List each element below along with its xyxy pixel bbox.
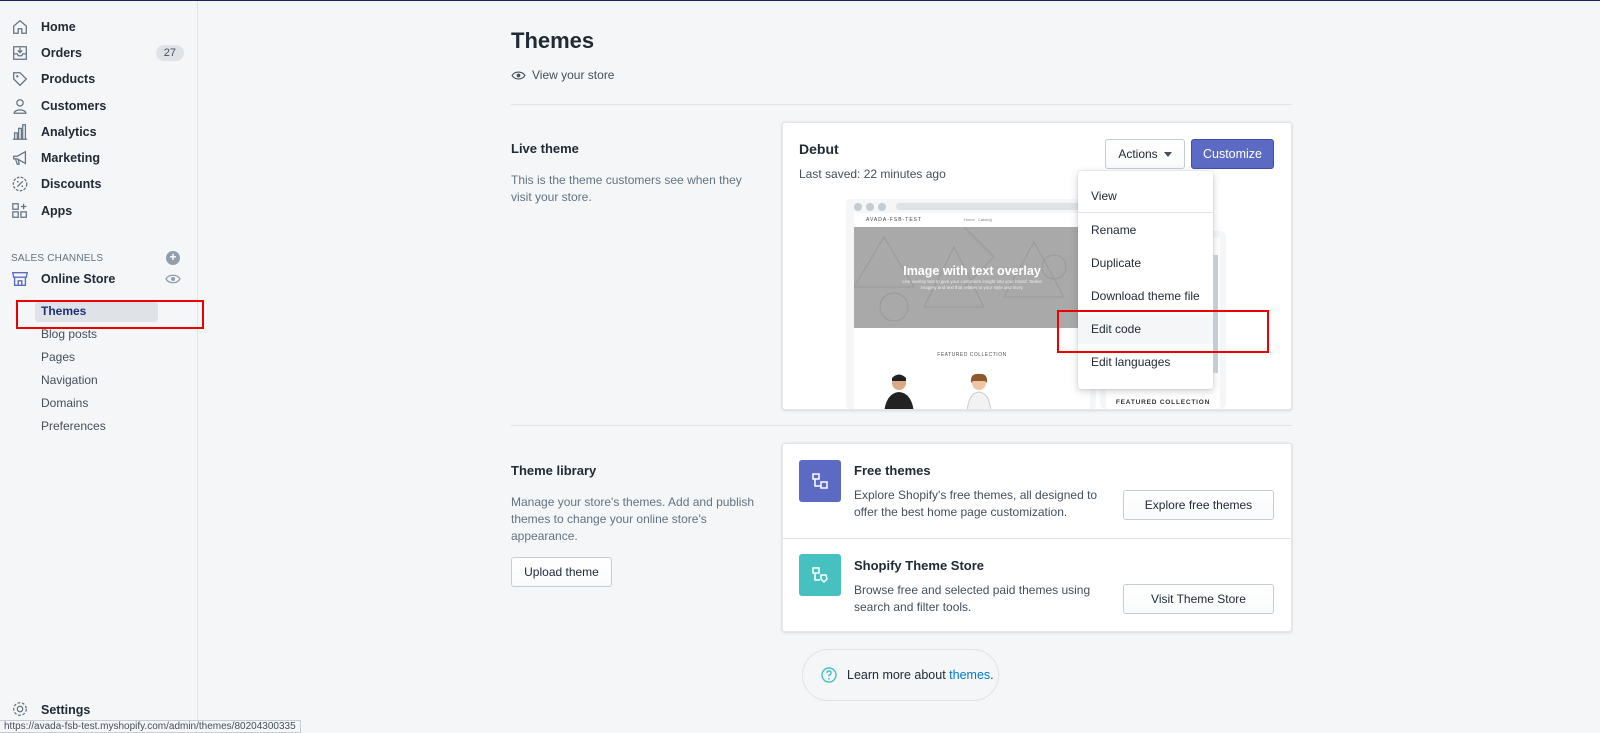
live-theme-description: This is the theme customers see when the… xyxy=(511,173,742,204)
store-icon xyxy=(11,272,29,286)
preview-site-nav: Home Catalog xyxy=(964,217,992,222)
caret-down-icon xyxy=(1163,151,1172,157)
actions-label: Actions xyxy=(1118,147,1158,161)
learn-more-text: Learn more about themes. xyxy=(847,668,994,682)
sidebar-item-discounts[interactable]: Discounts xyxy=(0,171,198,197)
actions-dropdown-menu: View Rename Duplicate Download theme fil… xyxy=(1078,171,1213,389)
actions-button[interactable]: Actions xyxy=(1105,139,1185,169)
eye-icon[interactable] xyxy=(165,273,181,285)
apps-icon xyxy=(12,203,27,218)
highlight-themes-box xyxy=(16,300,204,329)
sidebar-subitem-navigation[interactable]: Navigation xyxy=(41,373,98,387)
preview-hero-subtitle: Use overlay text to give your customers … xyxy=(902,279,1042,290)
orders-count-badge: 27 xyxy=(155,45,184,61)
sidebar-item-label: Home xyxy=(41,20,76,34)
themes-help-link[interactable]: themes xyxy=(949,668,990,682)
visit-theme-store-button[interactable]: Visit Theme Store xyxy=(1123,584,1274,614)
sidebar-item-label: Analytics xyxy=(41,125,97,139)
last-saved-text: Last saved: 22 minutes ago xyxy=(799,167,946,181)
customize-button[interactable]: Customize xyxy=(1191,139,1274,169)
orders-icon xyxy=(13,46,27,60)
gear-icon xyxy=(13,702,27,716)
learn-more-prefix: Learn more about xyxy=(847,668,950,682)
library-divider xyxy=(783,538,1291,539)
sidebar-item-marketing[interactable]: Marketing xyxy=(0,145,198,171)
menu-item-duplicate[interactable]: Duplicate xyxy=(1078,248,1213,278)
theme-store-glyph-icon xyxy=(812,567,828,584)
preview-featured-label: FEATURED COLLECTION xyxy=(937,352,1007,358)
home-icon xyxy=(13,19,27,34)
free-themes-title: Free themes xyxy=(854,463,931,478)
theme-library-heading: Theme library xyxy=(511,463,597,478)
sidebar: Home Orders 27 Products Customers Analyt… xyxy=(0,1,198,733)
menu-item-rename[interactable]: Rename xyxy=(1078,215,1213,245)
free-themes-icon xyxy=(799,460,841,502)
tag-icon xyxy=(13,72,28,87)
view-store-label: View your store xyxy=(532,68,615,82)
sidebar-subitem-blog-posts[interactable]: Blog posts xyxy=(41,327,97,341)
learn-more-pill: Learn more about themes. xyxy=(802,649,999,701)
sidebar-item-label: Discounts xyxy=(41,177,102,191)
menu-item-view[interactable]: View xyxy=(1078,181,1213,211)
preview-hero-title: Image with text overlay xyxy=(903,264,1041,278)
sidebar-item-label: Products xyxy=(41,72,96,86)
megaphone-icon xyxy=(13,150,27,165)
sidebar-item-label: Orders xyxy=(41,46,82,60)
theme-library-description: Manage your store's themes. Add and publ… xyxy=(511,495,755,543)
sidebar-item-label: Marketing xyxy=(41,151,101,165)
learn-more-suffix: . xyxy=(990,668,994,682)
help-circle-icon xyxy=(821,667,837,683)
sidebar-item-online-store[interactable]: Online Store xyxy=(0,266,198,292)
theme-name: Debut xyxy=(799,141,839,157)
product-photo-woman xyxy=(966,373,992,409)
section-divider xyxy=(511,425,1292,426)
desktop-preview-frame: AVADA-FSB-TEST Home Catalog Image with t… xyxy=(846,199,1096,409)
status-bar-url: https://avada-fsb-test.myshopify.com/adm… xyxy=(0,720,301,733)
sidebar-item-label: Online Store xyxy=(41,272,116,286)
menu-item-download-theme-file[interactable]: Download theme file xyxy=(1078,281,1213,311)
view-store-link[interactable]: View your store xyxy=(511,68,614,82)
theme-store-description: Browse free and selected paid themes usi… xyxy=(854,583,1091,614)
sidebar-item-label: Customers xyxy=(41,99,107,113)
highlight-edit-code-box xyxy=(1057,310,1269,353)
sidebar-item-apps[interactable]: Apps xyxy=(0,198,198,224)
free-themes-description: Explore Shopify's free themes, all desig… xyxy=(854,488,1098,519)
page-title: Themes xyxy=(511,28,595,53)
discount-icon xyxy=(12,176,28,192)
explore-free-themes-button[interactable]: Explore free themes xyxy=(1123,490,1274,520)
top-border xyxy=(0,0,1600,1)
sidebar-subitem-domains[interactable]: Domains xyxy=(41,396,88,410)
sidebar-subitem-preferences[interactable]: Preferences xyxy=(41,419,106,433)
sidebar-item-home[interactable]: Home xyxy=(0,14,198,40)
add-sales-channel-icon[interactable]: + xyxy=(166,251,180,265)
preview-site-logo: AVADA-FSB-TEST xyxy=(866,217,923,223)
sidebar-subitem-pages[interactable]: Pages xyxy=(41,350,75,364)
theme-store-title: Shopify Theme Store xyxy=(854,558,985,573)
live-theme-heading: Live theme xyxy=(511,141,579,156)
theme-store-icon xyxy=(799,554,841,596)
header-divider xyxy=(511,104,1292,105)
bar-chart-icon xyxy=(12,124,28,140)
sales-channels-heading: SALES CHANNELS xyxy=(11,253,104,264)
preview-site: AVADA-FSB-TEST Home Catalog Image with t… xyxy=(854,213,1090,409)
menu-separator xyxy=(1078,212,1213,213)
sidebar-item-label: Settings xyxy=(41,703,91,717)
preview-url-bar xyxy=(896,203,1086,210)
product-photo-man xyxy=(884,374,914,409)
theme-icon xyxy=(812,473,828,489)
sidebar-item-orders[interactable]: Orders 27 xyxy=(0,40,198,66)
upload-theme-button[interactable]: Upload theme xyxy=(511,557,612,587)
sidebar-item-customers[interactable]: Customers xyxy=(0,93,198,119)
preview-hero: Image with text overlay Use overlay text… xyxy=(854,227,1090,328)
sidebar-item-analytics[interactable]: Analytics xyxy=(0,119,198,145)
sidebar-item-label: Apps xyxy=(41,204,73,218)
eye-icon xyxy=(511,70,526,80)
sidebar-item-products[interactable]: Products xyxy=(0,66,198,92)
mobile-featured-label: FEATURED COLLECTION xyxy=(1115,399,1211,406)
person-icon xyxy=(13,99,27,114)
